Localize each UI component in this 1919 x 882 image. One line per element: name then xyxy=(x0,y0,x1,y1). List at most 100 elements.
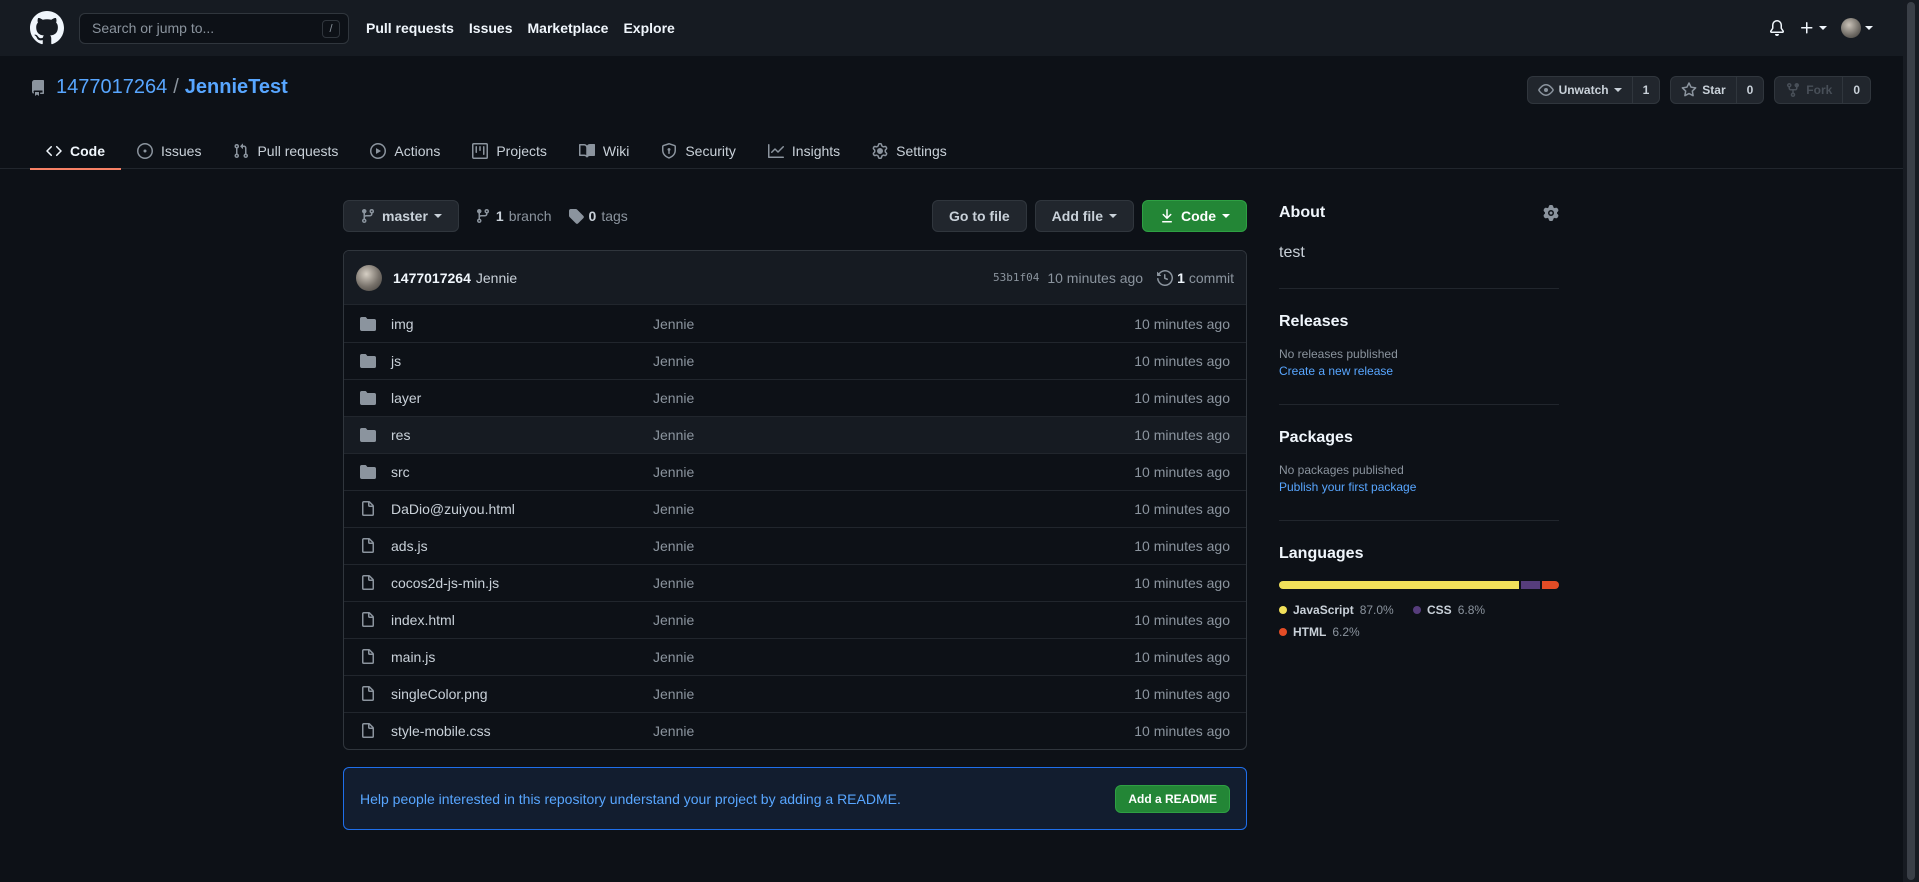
file-name-link[interactable]: style-mobile.css xyxy=(391,723,491,739)
file-name-link[interactable]: DaDio@zuiyou.html xyxy=(391,501,515,517)
tab-projects[interactable]: Projects xyxy=(456,132,563,169)
tab-insights[interactable]: Insights xyxy=(752,132,856,169)
commit-history-link[interactable]: 1 commit xyxy=(1157,270,1234,286)
commit-count: 1 xyxy=(1177,269,1185,286)
tab-code[interactable]: Code xyxy=(30,132,121,170)
add-file-button[interactable]: Add file xyxy=(1034,200,1134,232)
file-commit-message[interactable]: Jennie xyxy=(653,575,694,591)
chevron-down-icon xyxy=(433,214,442,218)
repo-owner-link[interactable]: 1477017264 xyxy=(56,76,167,99)
table-row[interactable]: style-mobile.css Jennie 10 minutes ago xyxy=(344,712,1246,749)
tab-wiki[interactable]: Wiki xyxy=(563,132,645,169)
branch-select-button[interactable]: master xyxy=(343,200,459,232)
about-title: About xyxy=(1279,204,1326,221)
tab-issues[interactable]: Issues xyxy=(121,132,217,169)
scrollbar-thumb[interactable] xyxy=(1907,2,1915,880)
commit-sha-link[interactable]: 53b1f04 xyxy=(993,271,1039,284)
avatar[interactable] xyxy=(356,264,382,291)
gear-icon[interactable] xyxy=(1543,205,1559,221)
tab-label: Wiki xyxy=(602,142,630,159)
file-commit-message[interactable]: Jennie xyxy=(653,723,694,739)
file-commit-message[interactable]: Jennie xyxy=(653,464,694,480)
table-row[interactable]: src Jennie 10 minutes ago xyxy=(344,453,1246,490)
go-to-file-button[interactable]: Go to file xyxy=(931,200,1027,232)
repo-name-link[interactable]: JennieTest xyxy=(185,76,288,99)
search-input[interactable]: Search or jump to... / xyxy=(79,12,349,44)
table-row[interactable]: ads.js Jennie 10 minutes ago xyxy=(344,527,1246,564)
file-commit-message[interactable]: Jennie xyxy=(653,353,694,369)
star-button[interactable]: Star 0 xyxy=(1670,76,1765,104)
table-row[interactable]: main.js Jennie 10 minutes ago xyxy=(344,638,1246,675)
file-name-link[interactable]: main.js xyxy=(391,649,435,665)
table-row[interactable]: singleColor.png Jennie 10 minutes ago xyxy=(344,675,1246,712)
watch-count[interactable]: 1 xyxy=(1633,77,1660,103)
tab-settings[interactable]: Settings xyxy=(856,132,963,169)
code-button[interactable]: Code xyxy=(1142,200,1247,232)
fork-button[interactable]: Fork 0 xyxy=(1774,76,1871,104)
tab-security[interactable]: Security xyxy=(645,132,752,169)
file-commit-message[interactable]: Jennie xyxy=(653,686,694,702)
table-row[interactable]: DaDio@zuiyou.html Jennie 10 minutes ago xyxy=(344,490,1246,527)
table-row[interactable]: res Jennie 10 minutes ago xyxy=(344,416,1246,453)
file-commit-message[interactable]: Jennie xyxy=(653,538,694,554)
file-commit-message[interactable]: Jennie xyxy=(653,316,694,332)
create-new-menu[interactable] xyxy=(1799,20,1827,36)
fork-icon xyxy=(1787,83,1800,98)
add-readme-button[interactable]: Add a README xyxy=(1115,784,1230,813)
bell-icon[interactable] xyxy=(1769,20,1785,36)
github-logo-icon[interactable] xyxy=(30,11,64,45)
header-actions xyxy=(1769,18,1873,38)
packages-title[interactable]: Packages xyxy=(1279,429,1559,447)
nav-pull-requests[interactable]: Pull requests xyxy=(366,20,454,36)
language-item[interactable]: HTML 6.2% xyxy=(1279,621,1413,643)
commit-details: 53b1f04 10 minutes ago 1 commit xyxy=(993,270,1234,286)
user-menu[interactable] xyxy=(1841,18,1873,38)
language-bar-segment[interactable] xyxy=(1279,581,1520,589)
releases-title[interactable]: Releases xyxy=(1279,313,1559,331)
file-name-link[interactable]: index.html xyxy=(391,612,455,628)
fork-count[interactable]: 0 xyxy=(1843,77,1870,103)
file-commit-message[interactable]: Jennie xyxy=(653,649,694,665)
nav-issues[interactable]: Issues xyxy=(469,20,513,36)
language-name: CSS xyxy=(1427,603,1452,617)
commit-message-link[interactable]: Jennie xyxy=(476,270,517,286)
language-item[interactable]: JavaScript 87.0% xyxy=(1279,599,1413,621)
tab-pull-requests[interactable]: Pull requests xyxy=(217,132,354,169)
file-name-link[interactable]: singleColor.png xyxy=(391,686,488,702)
file-name-link[interactable]: res xyxy=(391,427,410,443)
table-row[interactable]: layer Jennie 10 minutes ago xyxy=(344,379,1246,416)
publish-package-link[interactable]: Publish your first package xyxy=(1279,480,1559,494)
page-scrollbar[interactable] xyxy=(1903,0,1919,882)
file-commit-message[interactable]: Jennie xyxy=(653,427,694,443)
commit-author-link[interactable]: 1477017264 xyxy=(393,270,471,286)
file-commit-message[interactable]: Jennie xyxy=(653,501,694,517)
language-bar-segment[interactable] xyxy=(1541,581,1559,589)
table-row[interactable]: img Jennie 10 minutes ago xyxy=(344,305,1246,342)
table-row[interactable]: cocos2d-js-min.js Jennie 10 minutes ago xyxy=(344,564,1246,601)
file-commit-message[interactable]: Jennie xyxy=(653,612,694,628)
file-name-link[interactable]: img xyxy=(391,316,414,332)
repo-header: 1477017264 / JennieTest Unwatch 1 Star 0… xyxy=(0,56,1903,170)
file-commit-message[interactable]: Jennie xyxy=(653,390,694,406)
tab-actions[interactable]: Actions xyxy=(354,132,456,169)
file-name-link[interactable]: src xyxy=(391,464,410,480)
file-name-link[interactable]: ads.js xyxy=(391,538,428,554)
branches-link[interactable]: 1 branch xyxy=(475,208,552,224)
create-release-link[interactable]: Create a new release xyxy=(1279,364,1559,378)
table-row[interactable]: js Jennie 10 minutes ago xyxy=(344,342,1246,379)
file-age: 10 minutes ago xyxy=(1134,686,1230,702)
nav-explore[interactable]: Explore xyxy=(623,20,674,36)
file-name-link[interactable]: js xyxy=(391,353,401,369)
file-name-link[interactable]: layer xyxy=(391,390,421,406)
nav-marketplace[interactable]: Marketplace xyxy=(528,20,609,36)
graph-icon xyxy=(767,143,784,158)
avatar xyxy=(1841,18,1861,38)
file-navigation: master 1 branch 0 tags Go to file Add fi… xyxy=(343,200,1247,232)
table-row[interactable]: index.html Jennie 10 minutes ago xyxy=(344,601,1246,638)
language-item[interactable]: CSS 6.8% xyxy=(1413,599,1547,621)
file-name-link[interactable]: cocos2d-js-min.js xyxy=(391,575,499,591)
tags-link[interactable]: 0 tags xyxy=(568,208,628,224)
watch-button[interactable]: Unwatch 1 xyxy=(1526,76,1661,104)
star-count[interactable]: 0 xyxy=(1737,77,1764,103)
language-bar-segment[interactable] xyxy=(1521,581,1540,589)
